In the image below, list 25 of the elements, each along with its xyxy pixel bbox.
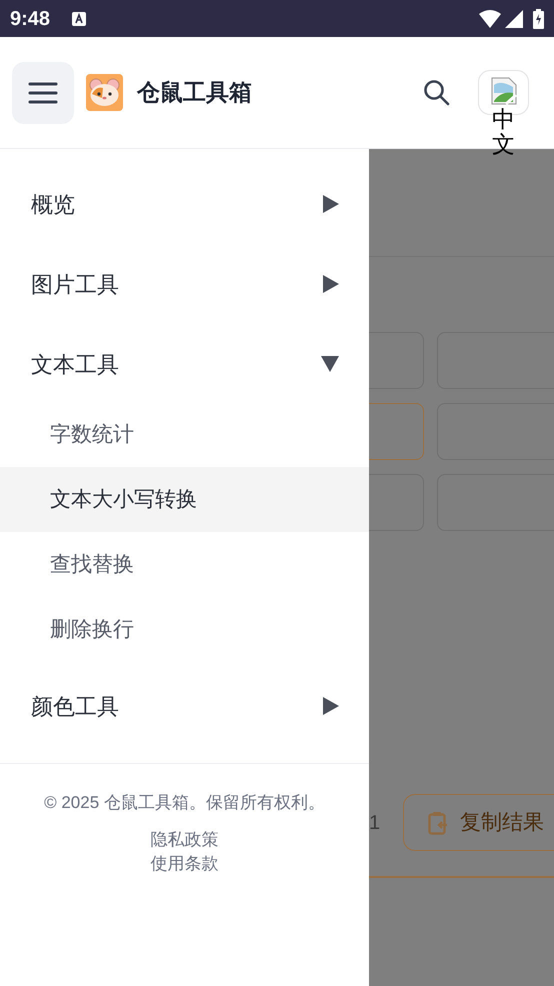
clipboard-icon xyxy=(428,810,448,834)
search-button[interactable] xyxy=(422,78,452,108)
menu-button[interactable] xyxy=(12,62,74,124)
hamster-logo-icon xyxy=(86,74,123,111)
notification-icon xyxy=(72,12,86,26)
submenu-item[interactable]: 文本大小写转换 xyxy=(0,467,369,532)
broken-image-icon xyxy=(490,77,516,105)
footer-link[interactable]: 使用条款 xyxy=(150,852,218,876)
app-title: 仓鼠工具箱 xyxy=(137,78,252,108)
menu-icon xyxy=(28,82,58,104)
wifi-icon xyxy=(479,10,501,28)
nav-item[interactable]: 图片工具 xyxy=(0,244,369,324)
footer-link[interactable]: 隐私政策 xyxy=(150,828,218,852)
copyright-text: © 2025 仓鼠工具箱。保留所有权利。 xyxy=(44,792,325,814)
nav-item[interactable]: 概览 xyxy=(0,164,369,244)
option-card[interactable] xyxy=(369,474,424,531)
nav-item[interactable]: 文本工具 xyxy=(0,324,369,404)
count-text: 1 xyxy=(369,810,382,836)
option-card[interactable] xyxy=(369,332,424,389)
battery-icon xyxy=(533,8,544,28)
status-time: 9:48 xyxy=(10,6,50,32)
signal-icon xyxy=(505,10,523,28)
option-card[interactable] xyxy=(369,403,424,460)
nav-item[interactable]: 颜色工具 xyxy=(0,666,369,746)
search-icon xyxy=(423,78,451,106)
